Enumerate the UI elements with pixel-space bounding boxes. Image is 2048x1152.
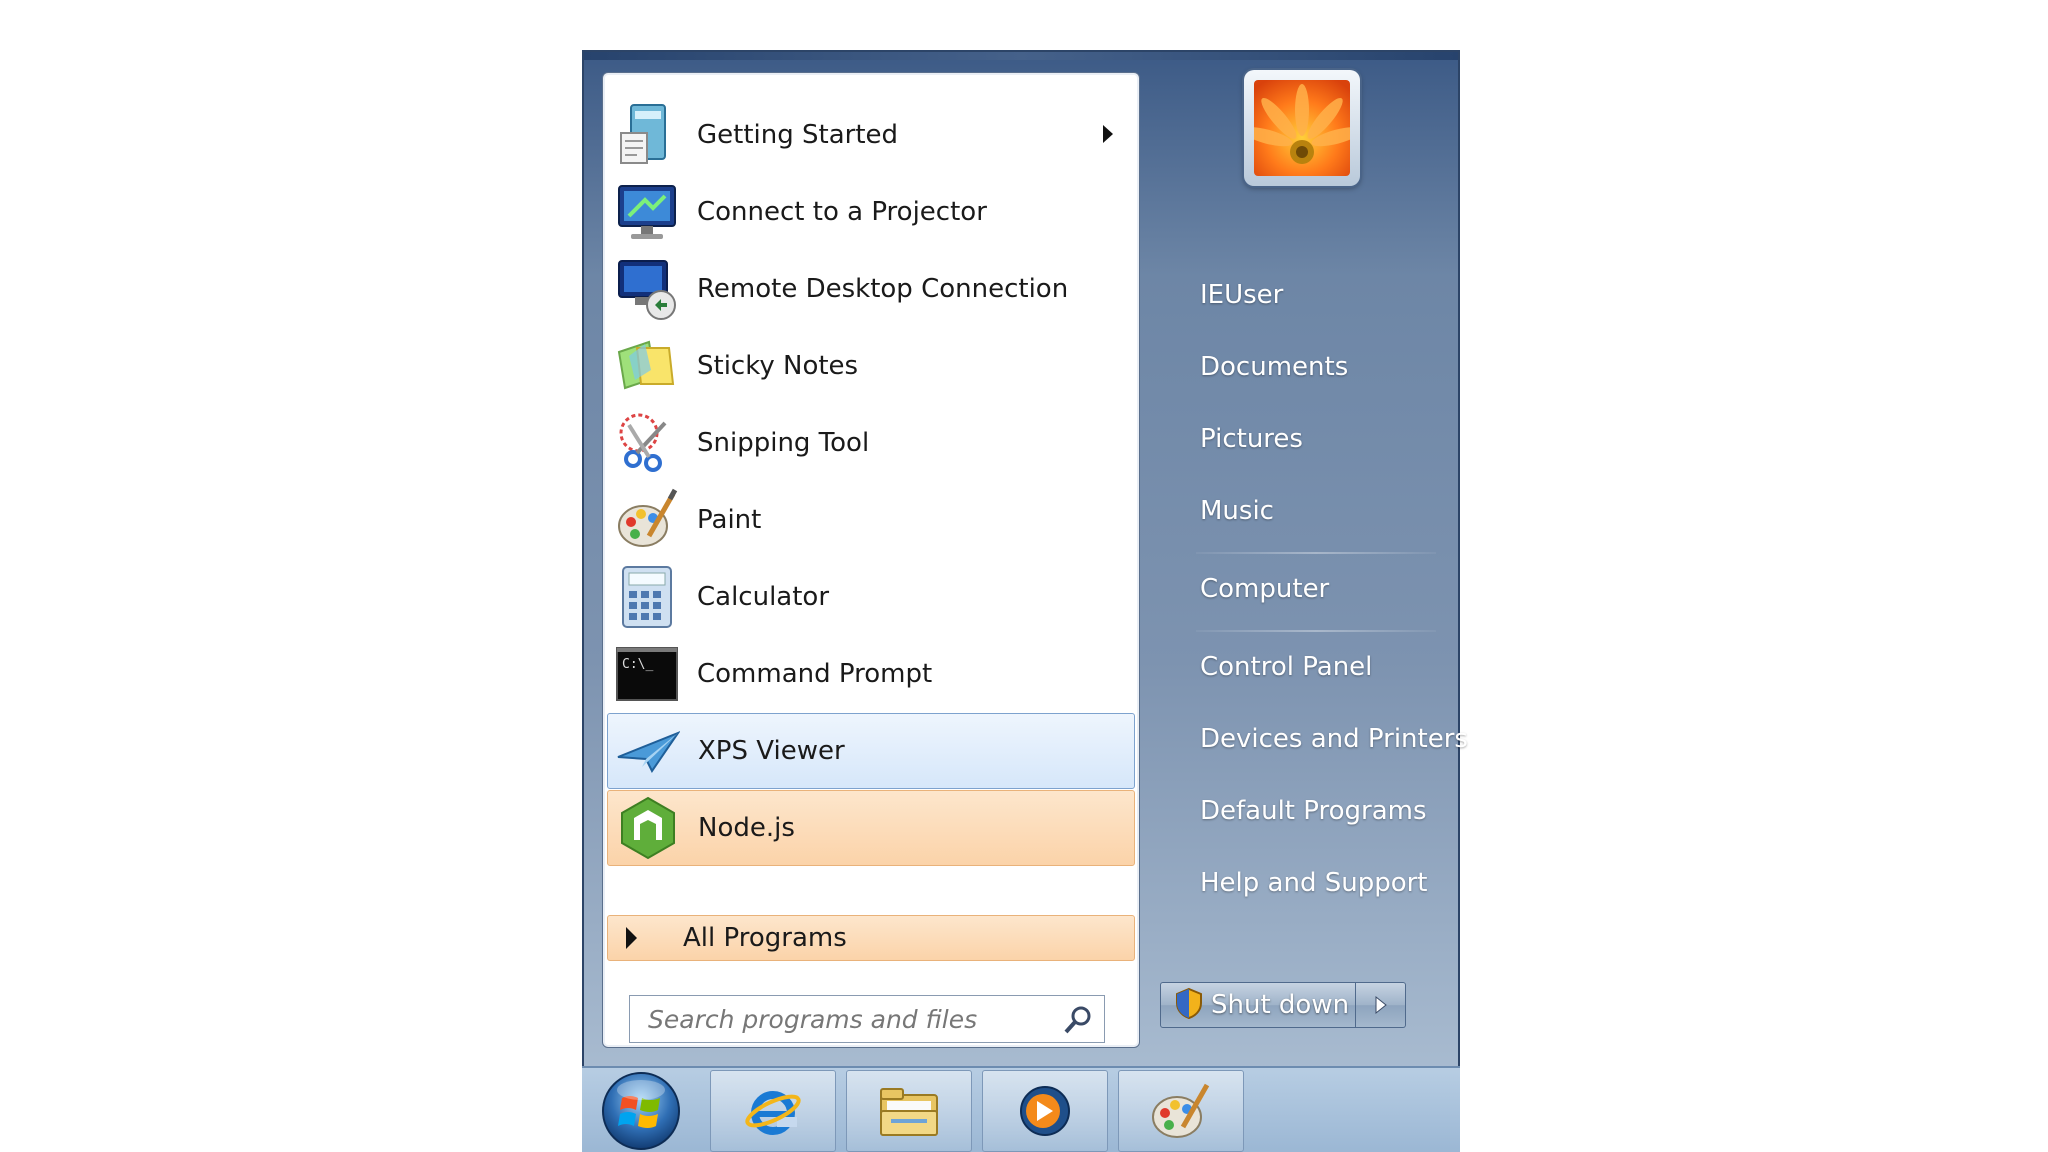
taskbar-windows-explorer[interactable] bbox=[846, 1070, 972, 1152]
flower-picture-icon bbox=[1254, 80, 1350, 176]
taskbar-paint[interactable] bbox=[1118, 1070, 1244, 1152]
right-link-pictures[interactable]: Pictures bbox=[1200, 424, 1303, 454]
sticky-notes-icon bbox=[613, 332, 681, 400]
program-label: Connect to a Projector bbox=[697, 197, 987, 227]
divider bbox=[1196, 552, 1436, 554]
search-input[interactable] bbox=[646, 1003, 1050, 1035]
right-link-control-panel[interactable]: Control Panel bbox=[1200, 652, 1372, 682]
program-label: Calculator bbox=[697, 582, 830, 612]
right-link-help-support[interactable]: Help and Support bbox=[1200, 868, 1428, 898]
program-label: XPS Viewer bbox=[698, 736, 845, 766]
right-link-documents[interactable]: Documents bbox=[1200, 352, 1348, 382]
media-player-icon bbox=[1020, 1086, 1070, 1136]
start-menu: Getting Started Connect to a Projector R… bbox=[582, 50, 1468, 1070]
all-programs-label: All Programs bbox=[683, 923, 847, 953]
right-link-computer[interactable]: Computer bbox=[1200, 574, 1329, 604]
all-programs-button[interactable]: All Programs bbox=[607, 915, 1135, 961]
program-item-sticky-notes[interactable]: Sticky Notes bbox=[607, 328, 1135, 404]
start-orb-button[interactable] bbox=[600, 1070, 682, 1152]
scissors-icon bbox=[613, 409, 681, 477]
shut-down-options-button[interactable] bbox=[1356, 982, 1406, 1028]
submenu-arrow-icon[interactable] bbox=[1103, 125, 1113, 143]
search-icon[interactable] bbox=[1062, 1004, 1094, 1040]
paint-palette-icon bbox=[613, 486, 681, 554]
taskbar-media-player[interactable] bbox=[982, 1070, 1108, 1152]
program-item-command-prompt[interactable]: C:\_ Command Prompt bbox=[607, 636, 1135, 712]
right-link-user[interactable]: IEUser bbox=[1200, 280, 1283, 310]
program-label: Command Prompt bbox=[697, 659, 933, 689]
calculator-icon bbox=[613, 563, 681, 631]
program-item-calculator[interactable]: Calculator bbox=[607, 559, 1135, 635]
right-link-music[interactable]: Music bbox=[1200, 496, 1274, 526]
xps-viewer-icon bbox=[614, 717, 682, 785]
command-prompt-icon: C:\_ bbox=[613, 640, 681, 708]
search-box[interactable] bbox=[629, 995, 1105, 1043]
projector-icon bbox=[613, 178, 681, 246]
arrow-right-icon bbox=[626, 927, 637, 949]
paint-icon bbox=[1152, 1083, 1210, 1138]
nodejs-icon bbox=[614, 794, 682, 862]
internet-explorer-icon bbox=[745, 1091, 801, 1135]
program-label: Paint bbox=[697, 505, 762, 535]
remote-desktop-icon bbox=[613, 255, 681, 323]
arrow-right-icon bbox=[1375, 995, 1387, 1015]
program-label: Getting Started bbox=[697, 120, 899, 150]
shut-down-button[interactable]: Shut down bbox=[1160, 982, 1356, 1028]
shutdown-group: Shut down bbox=[1160, 982, 1406, 1030]
program-item-nodejs[interactable]: Node.js bbox=[607, 790, 1135, 866]
right-link-devices-printers[interactable]: Devices and Printers bbox=[1200, 724, 1468, 754]
program-label: Remote Desktop Connection bbox=[697, 274, 1069, 304]
command-prompt-icon-text: C:\_ bbox=[622, 657, 653, 672]
program-label: Node.js bbox=[698, 813, 795, 843]
programs-pane: Getting Started Connect to a Projector R… bbox=[602, 72, 1140, 1048]
program-item-remote-desktop[interactable]: Remote Desktop Connection bbox=[607, 251, 1135, 327]
folder-icon bbox=[880, 1088, 938, 1136]
program-item-getting-started[interactable]: Getting Started bbox=[607, 97, 1135, 173]
program-item-xps-viewer[interactable]: XPS Viewer bbox=[607, 713, 1135, 789]
windows-logo-icon bbox=[602, 1072, 680, 1150]
right-link-default-programs[interactable]: Default Programs bbox=[1200, 796, 1427, 826]
taskbar-internet-explorer[interactable] bbox=[710, 1070, 836, 1152]
security-shield-icon bbox=[1175, 987, 1203, 1023]
shut-down-label: Shut down bbox=[1211, 990, 1350, 1020]
program-label: Snipping Tool bbox=[697, 428, 870, 458]
program-item-connect-projector[interactable]: Connect to a Projector bbox=[607, 174, 1135, 250]
user-avatar[interactable] bbox=[1244, 70, 1360, 186]
taskbar bbox=[582, 1066, 1460, 1152]
screen: Getting Started Connect to a Projector R… bbox=[0, 0, 2048, 1152]
program-item-paint[interactable]: Paint bbox=[607, 482, 1135, 558]
program-item-snipping-tool[interactable]: Snipping Tool bbox=[607, 405, 1135, 481]
divider bbox=[1196, 630, 1436, 632]
getting-started-icon bbox=[613, 101, 681, 169]
program-label: Sticky Notes bbox=[697, 351, 859, 381]
